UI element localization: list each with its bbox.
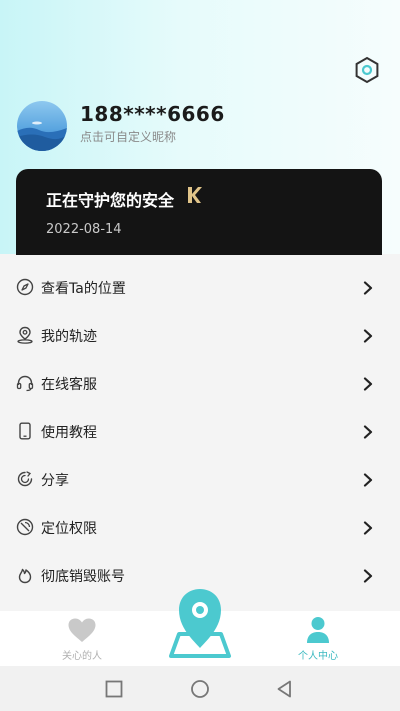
flame-icon bbox=[18, 568, 32, 584]
system-nav-bar bbox=[0, 666, 400, 711]
menu-item-customer-service[interactable]: 在线客服 bbox=[0, 360, 400, 408]
center-location-button[interactable] bbox=[165, 586, 235, 658]
menu-item-label: 查看Ta的位置 bbox=[41, 281, 126, 297]
chevron-right-icon bbox=[363, 569, 373, 583]
menu-item-label: 使用教程 bbox=[41, 425, 97, 441]
settings-icon[interactable] bbox=[352, 55, 382, 85]
vip-badge-icon bbox=[188, 187, 202, 203]
menu-item-tutorial[interactable]: 使用教程 bbox=[0, 408, 400, 456]
chevron-right-icon bbox=[363, 521, 373, 535]
menu-item-share[interactable]: 分享 bbox=[0, 456, 400, 504]
menu-item-label: 定位权限 bbox=[41, 521, 97, 537]
location-pin-icon bbox=[17, 326, 33, 344]
menu-item-label: 彻底销毁账号 bbox=[41, 569, 125, 585]
avatar[interactable] bbox=[17, 101, 67, 151]
share-icon bbox=[17, 471, 33, 487]
chevron-right-icon bbox=[363, 473, 373, 487]
headset-icon bbox=[16, 375, 34, 392]
avatar-landscape-icon bbox=[17, 121, 67, 151]
menu-item-label: 在线客服 bbox=[41, 377, 97, 393]
tab-personal-center[interactable]: 个人中心 bbox=[263, 611, 373, 666]
menu-item-label: 我的轨迹 bbox=[41, 329, 97, 345]
menu-list: 查看Ta的位置 我的轨迹 在线客服 使用教程 分享 定位权限 彻底销毁账号 bbox=[0, 264, 400, 600]
menu-item-view-location[interactable]: 查看Ta的位置 bbox=[0, 264, 400, 312]
person-icon bbox=[307, 617, 329, 643]
phone-icon bbox=[19, 422, 31, 440]
tab-label: 关心的人 bbox=[62, 651, 102, 662]
recent-apps-icon[interactable] bbox=[104, 679, 124, 699]
back-icon[interactable] bbox=[275, 679, 295, 699]
chevron-right-icon bbox=[363, 425, 373, 439]
guard-title: 正在守护您的安全 bbox=[46, 191, 175, 210]
chevron-right-icon bbox=[363, 329, 373, 343]
tab-label: 个人中心 bbox=[298, 651, 338, 662]
guard-date: 2022-08-14 bbox=[46, 222, 122, 237]
menu-item-location-permission[interactable]: 定位权限 bbox=[0, 504, 400, 552]
nickname-hint[interactable]: 点击可自定义昵称 bbox=[80, 128, 176, 145]
menu-item-label: 分享 bbox=[41, 473, 69, 489]
phone-number[interactable]: 188****6666 bbox=[80, 102, 225, 126]
compass-icon bbox=[16, 278, 34, 296]
satellite-icon bbox=[16, 518, 34, 536]
guard-card: 正在守护您的安全 2022-08-14 bbox=[16, 169, 382, 255]
chevron-right-icon bbox=[363, 377, 373, 391]
chevron-right-icon bbox=[363, 281, 373, 295]
home-icon[interactable] bbox=[190, 679, 210, 699]
menu-item-my-track[interactable]: 我的轨迹 bbox=[0, 312, 400, 360]
tab-cared-people[interactable]: 关心的人 bbox=[27, 611, 137, 666]
heart-icon bbox=[68, 618, 96, 642]
